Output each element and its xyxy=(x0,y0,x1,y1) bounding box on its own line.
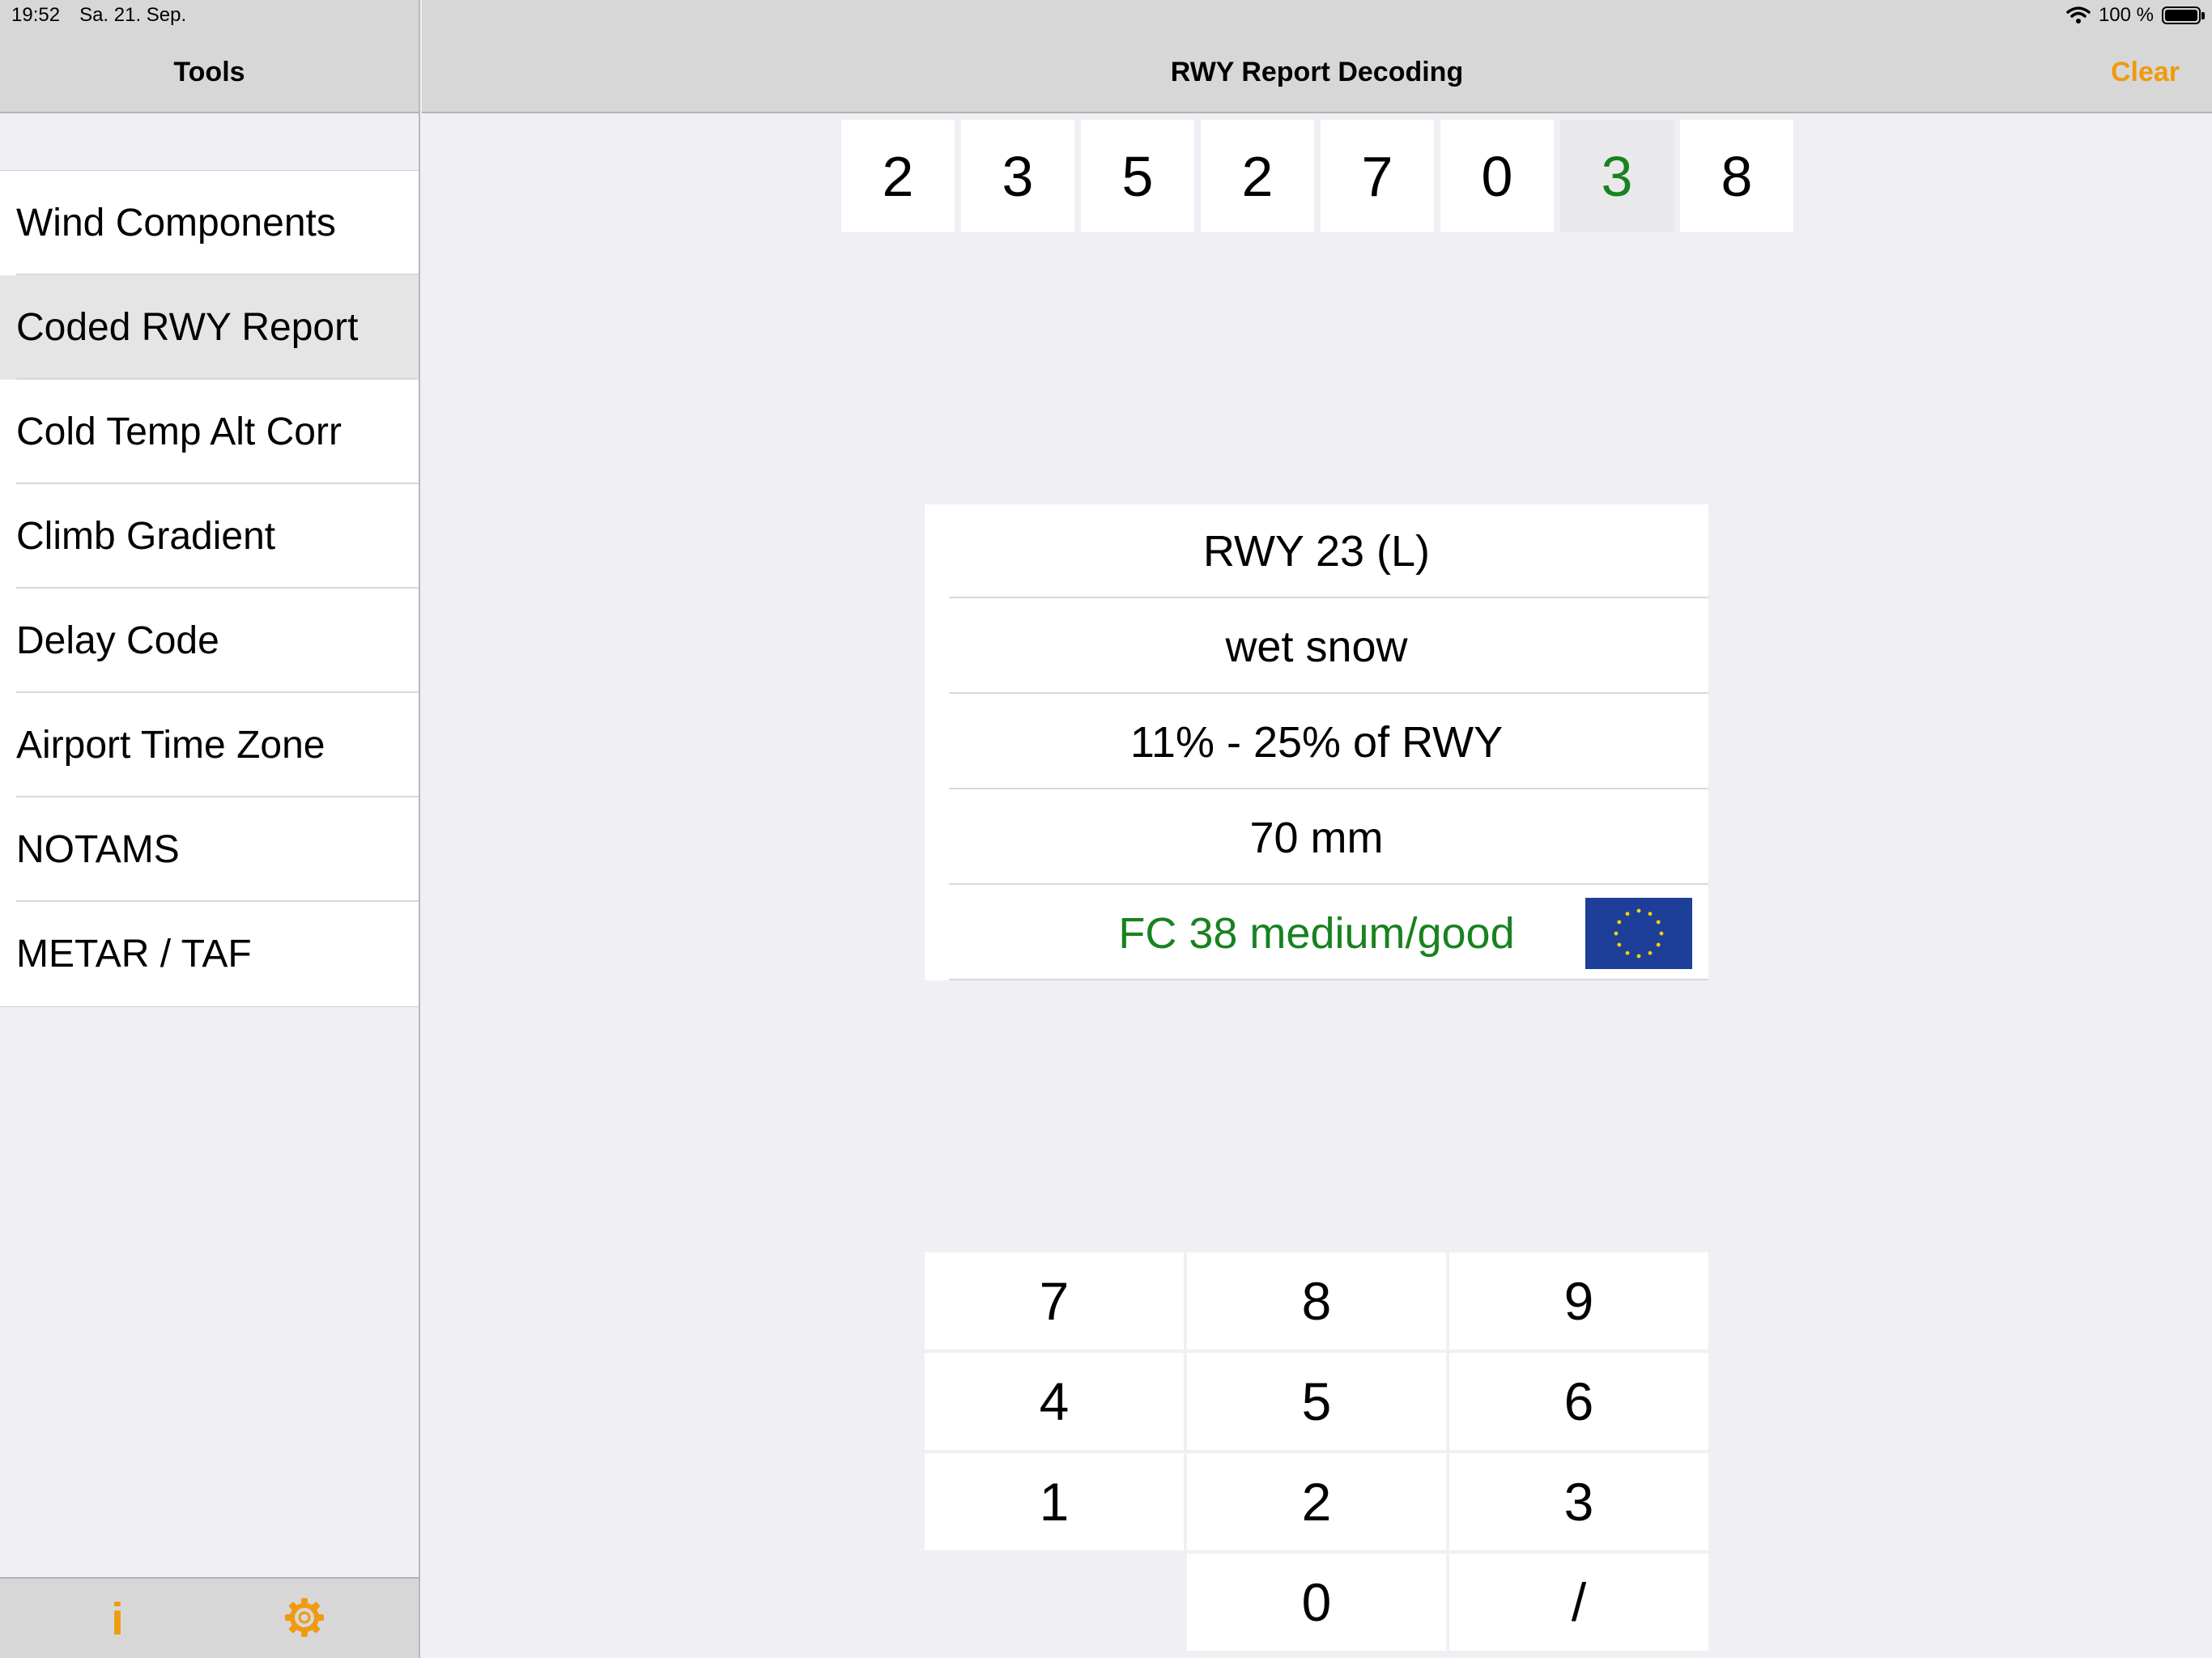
menu-item-notams[interactable]: NOTAMS xyxy=(0,797,419,902)
code-digit-4[interactable]: 2 xyxy=(1201,120,1314,232)
battery-percentage: 100 % xyxy=(2098,4,2154,26)
result-deposit: wet snow xyxy=(949,600,1708,694)
code-digit-3[interactable]: 5 xyxy=(1081,120,1194,232)
key-3[interactable]: 3 xyxy=(1449,1453,1708,1550)
sidebar: Tools Wind Components Coded RWY Report Col… xyxy=(0,0,420,1658)
status-date: Sa. 21. Sep. xyxy=(79,4,187,26)
eu-flag-icon xyxy=(1585,898,1692,969)
code-digit-7[interactable]: 3 xyxy=(1560,120,1674,232)
battery-icon xyxy=(2162,6,2205,24)
decoded-result-card: RWY 23 (L) wet snow 11% - 25% of RWY 70 … xyxy=(925,504,1708,980)
key-1[interactable]: 1 xyxy=(925,1453,1184,1550)
key-8[interactable]: 8 xyxy=(1187,1252,1446,1350)
code-digit-6[interactable]: 0 xyxy=(1440,120,1554,232)
battery-fill xyxy=(2165,10,2197,21)
key-0[interactable]: 0 xyxy=(1187,1554,1446,1651)
key-7[interactable]: 7 xyxy=(925,1252,1184,1350)
status-bar-left: 19:52 Sa. 21. Sep. xyxy=(11,4,186,27)
key-9[interactable]: 9 xyxy=(1449,1252,1708,1350)
info-icon[interactable]: i xyxy=(105,1593,130,1645)
menu-item-wind-components[interactable]: Wind Components xyxy=(0,171,419,275)
code-digit-2[interactable]: 3 xyxy=(961,120,1074,232)
clear-button[interactable]: Clear xyxy=(2111,57,2180,88)
tools-menu: Wind Components Coded RWY Report Cold Temp… xyxy=(0,170,419,1007)
menu-item-cold-temp-alt-corr[interactable]: Cold Temp Alt Corr xyxy=(0,380,419,484)
result-depth: 70 mm xyxy=(949,791,1708,885)
menu-item-climb-gradient[interactable]: Climb Gradient xyxy=(0,484,419,589)
main-header: RWY Report Decoding Clear xyxy=(422,0,2212,113)
main-panel: RWY Report Decoding Clear 23527038 RWY 2… xyxy=(422,0,2212,1658)
gear-icon[interactable] xyxy=(283,1596,325,1639)
menu-item-metar-taf[interactable]: METAR / TAF xyxy=(0,902,419,1006)
code-digit-8[interactable]: 8 xyxy=(1680,120,1793,232)
sidebar-footer: i xyxy=(0,1577,419,1658)
wifi-icon xyxy=(2066,6,2091,23)
menu-item-delay-code[interactable]: Delay Code xyxy=(0,589,419,693)
sidebar-title: Tools xyxy=(173,57,245,87)
result-friction-row: FC 38 medium/good xyxy=(949,886,1708,980)
code-digit-1[interactable]: 2 xyxy=(841,120,955,232)
status-time: 19:52 xyxy=(11,4,61,26)
code-digits: 23527038 xyxy=(841,120,1793,232)
menu-item-coded-rwy-report[interactable]: Coded RWY Report xyxy=(0,275,419,380)
key-slash[interactable]: / xyxy=(1449,1554,1708,1651)
key-5[interactable]: 5 xyxy=(1187,1353,1446,1450)
key-2[interactable]: 2 xyxy=(1187,1453,1446,1550)
page-title: RWY Report Decoding xyxy=(1170,57,1464,87)
result-runway: RWY 23 (L) xyxy=(949,504,1708,598)
key-4[interactable]: 4 xyxy=(925,1353,1184,1450)
key-6[interactable]: 6 xyxy=(1449,1353,1708,1450)
status-bar-right: 100 % xyxy=(2066,4,2205,27)
result-contamination: 11% - 25% of RWY xyxy=(949,695,1708,789)
menu-item-airport-time-zone[interactable]: Airport Time Zone xyxy=(0,693,419,797)
result-friction: FC 38 medium/good xyxy=(1118,909,1515,958)
code-digit-5[interactable]: 7 xyxy=(1321,120,1434,232)
